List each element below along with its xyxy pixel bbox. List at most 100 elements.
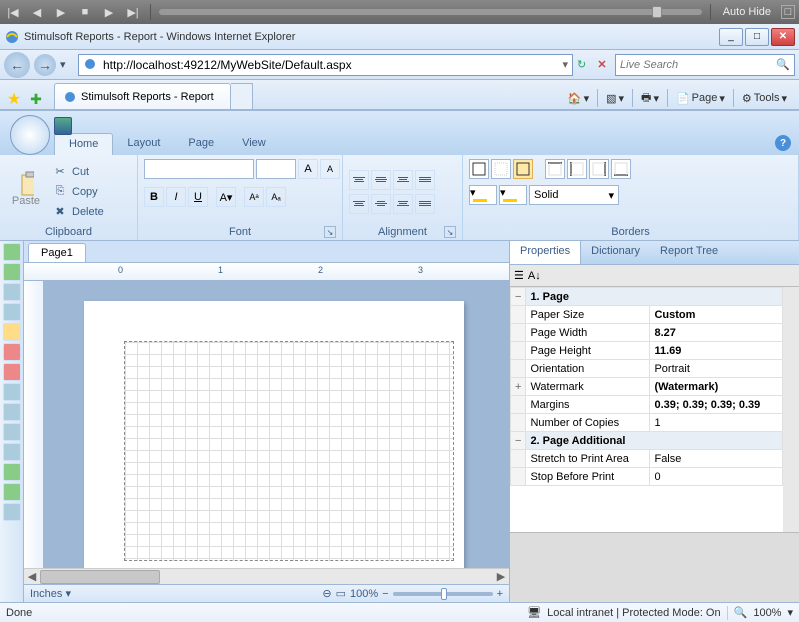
status-zoom-icon[interactable]: 🔍 — [734, 606, 748, 619]
tool-item[interactable] — [3, 243, 21, 261]
border-none-button[interactable] — [491, 159, 511, 179]
align-justify-v-button[interactable] — [415, 170, 435, 190]
property-row[interactable]: Number of Copies1 — [511, 414, 783, 432]
font-grow-button[interactable]: A — [298, 159, 318, 179]
ribbon-tab-home[interactable]: Home — [54, 133, 113, 155]
ribbon-tab-layout[interactable]: Layout — [113, 133, 174, 155]
border-outside-button[interactable] — [513, 159, 533, 179]
bold-button[interactable]: B — [144, 187, 164, 207]
border-bottom-button[interactable] — [611, 159, 631, 179]
auto-hide-label[interactable]: Auto Hide — [719, 6, 775, 18]
categorized-icon[interactable]: ☰ — [514, 269, 524, 282]
zoom-slider[interactable] — [393, 592, 493, 596]
ribbon-tab-page[interactable]: Page — [174, 133, 228, 155]
browser-tab[interactable]: Stimulsoft Reports - Report — [54, 83, 231, 109]
tool-item[interactable] — [3, 263, 21, 281]
align-top-button[interactable] — [349, 170, 369, 190]
new-tab-button[interactable] — [231, 83, 253, 109]
paste-button[interactable]: Paste — [6, 177, 46, 207]
add-favorite-icon[interactable]: ✚ — [26, 89, 46, 109]
cut-button[interactable]: ✂Cut — [50, 163, 106, 181]
feeds-button[interactable]: ▧▾ — [602, 87, 628, 109]
property-row[interactable]: Paper SizeCustom — [511, 306, 783, 324]
border-color-button[interactable]: ▾ — [499, 185, 527, 205]
tool-item[interactable] — [3, 283, 21, 301]
property-scrollbar[interactable] — [783, 287, 799, 532]
align-center-button[interactable] — [371, 194, 391, 214]
border-all-button[interactable] — [469, 159, 489, 179]
tool-item[interactable] — [3, 403, 21, 421]
property-row[interactable]: Page Height11.69 — [511, 342, 783, 360]
ff-icon[interactable]: ▶| — [124, 4, 142, 20]
units-select[interactable]: Inches ▾ — [30, 587, 71, 600]
tool-item[interactable] — [3, 343, 21, 361]
tool-item[interactable] — [3, 423, 21, 441]
align-right-button[interactable] — [393, 194, 413, 214]
font-shrink-button[interactable]: A — [320, 159, 340, 179]
copy-button[interactable]: ⎘Copy — [50, 183, 106, 201]
tool-item[interactable] — [3, 503, 21, 521]
save-icon[interactable] — [54, 117, 72, 135]
property-row[interactable]: Stop Before Print0 — [511, 468, 783, 486]
align-middle-button[interactable] — [371, 170, 391, 190]
horizontal-scrollbar[interactable]: ◀▶ — [24, 568, 509, 584]
nav-history-dropdown[interactable]: ▾ — [60, 58, 74, 71]
print-button[interactable]: 🖶▾ — [637, 87, 663, 109]
play-icon[interactable]: ▶ — [52, 4, 70, 20]
subscript-button[interactable]: Aₐ — [266, 187, 286, 207]
page-tab[interactable]: Page1 — [28, 243, 86, 262]
dev-slider[interactable] — [159, 9, 702, 15]
delete-button[interactable]: ✖Delete — [50, 203, 106, 221]
tool-item[interactable] — [3, 483, 21, 501]
border-left-button[interactable] — [567, 159, 587, 179]
back-button[interactable]: ← — [4, 52, 30, 78]
zoom-fit-icon[interactable]: ▭ — [336, 587, 346, 600]
stop-icon[interactable]: ✕ — [593, 56, 611, 74]
align-left-button[interactable] — [349, 194, 369, 214]
status-zoom-dropdown[interactable]: ▾ — [787, 606, 793, 619]
tab-dictionary[interactable]: Dictionary — [581, 241, 650, 264]
align-bottom-button[interactable] — [393, 170, 413, 190]
minimize-button[interactable]: _ — [719, 28, 743, 46]
underline-button[interactable]: U — [188, 187, 208, 207]
fill-color-button[interactable]: ▾ — [469, 185, 497, 205]
tab-report-tree[interactable]: Report Tree — [650, 241, 728, 264]
dev-close-icon[interactable]: □ — [781, 5, 795, 19]
search-input[interactable] — [620, 59, 776, 71]
tool-item[interactable] — [3, 383, 21, 401]
favorites-icon[interactable]: ★ — [4, 89, 24, 109]
tool-item[interactable] — [3, 463, 21, 481]
help-icon[interactable]: ? — [775, 135, 791, 151]
property-row[interactable]: Stretch to Print AreaFalse — [511, 450, 783, 468]
font-name-select[interactable] — [144, 159, 254, 179]
home-button[interactable]: 🏠▾ — [564, 87, 593, 109]
font-dialog-launcher[interactable]: ↘ — [324, 226, 336, 238]
prev-icon[interactable]: ◀ — [28, 4, 46, 20]
zoom-plus-button[interactable]: + — [497, 588, 503, 600]
tool-item[interactable] — [3, 303, 21, 321]
font-size-select[interactable] — [256, 159, 296, 179]
align-justify-button[interactable] — [415, 194, 435, 214]
ribbon-tab-view[interactable]: View — [228, 133, 280, 155]
property-row[interactable]: Margins0.39; 0.39; 0.39; 0.39 — [511, 396, 783, 414]
maximize-button[interactable]: □ — [745, 28, 769, 46]
property-row[interactable]: +Watermark(Watermark) — [511, 378, 783, 396]
next-icon[interactable]: ▶ — [100, 4, 118, 20]
close-button[interactable]: ✕ — [771, 28, 795, 46]
canvas-viewport[interactable] — [24, 281, 509, 568]
stop-icon[interactable]: ■ — [76, 4, 94, 20]
page-menu[interactable]: 📄Page ▾ — [672, 87, 729, 109]
alphabetical-icon[interactable]: A↓ — [528, 270, 541, 282]
line-style-select[interactable]: Solid▾ — [529, 185, 619, 205]
property-row[interactable]: OrientationPortrait — [511, 360, 783, 378]
address-dropdown-icon[interactable]: ▾ — [562, 58, 568, 71]
search-icon[interactable]: 🔍 — [776, 58, 790, 71]
superscript-button[interactable]: Aᵃ — [244, 187, 264, 207]
zoom-out-icon[interactable]: ⊖ — [322, 587, 331, 600]
border-right-button[interactable] — [589, 159, 609, 179]
zoom-minus-button[interactable]: − — [382, 588, 388, 600]
tool-item[interactable] — [3, 363, 21, 381]
property-row[interactable]: Page Width8.27 — [511, 324, 783, 342]
selection-box[interactable] — [124, 341, 454, 561]
italic-button[interactable]: I — [166, 187, 186, 207]
